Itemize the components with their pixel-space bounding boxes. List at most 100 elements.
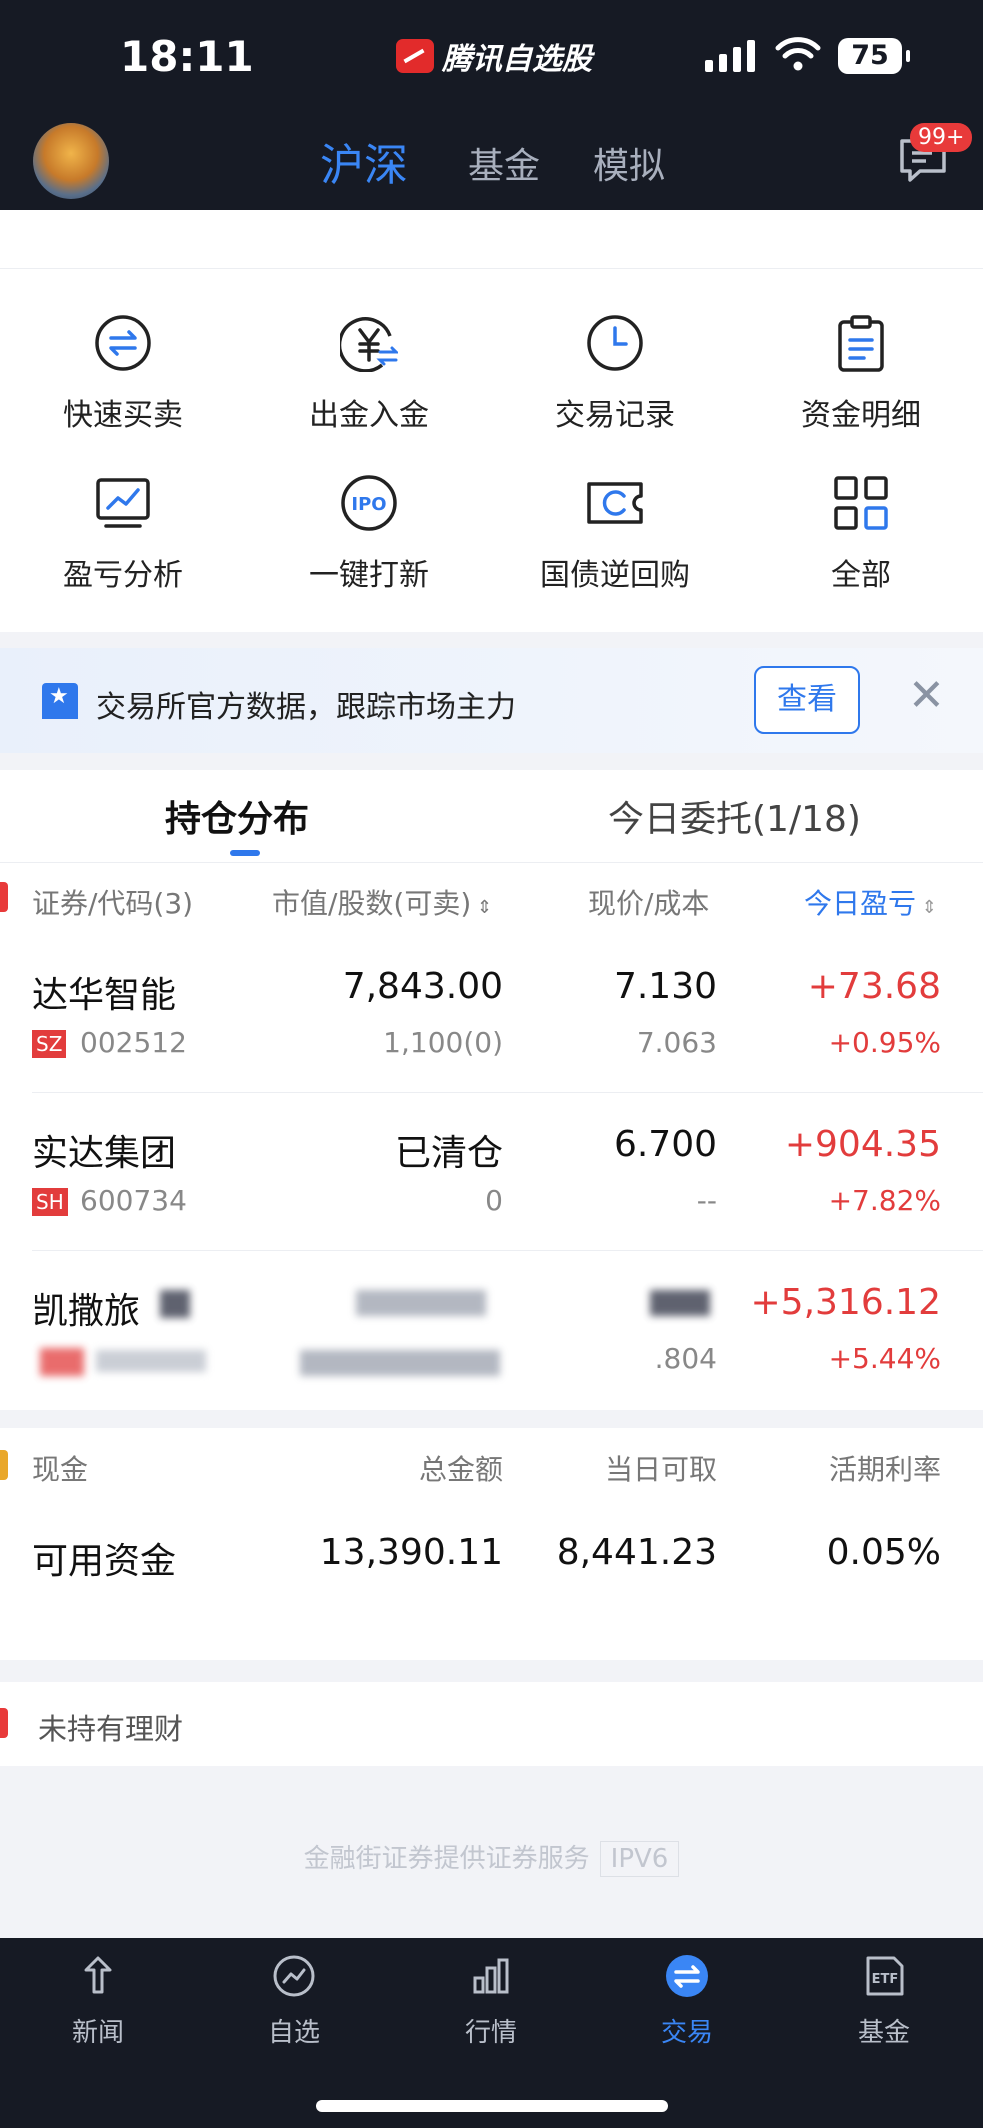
wifi-icon [775,37,821,71]
cash-section: 现金 总金额 当日可取 活期利率 可用资金 13,390.11 8,441.23… [0,1428,983,1660]
banner-view-button[interactable]: 查看 [754,666,860,734]
yuan-transfer-icon [340,317,398,372]
holdings-section: 持仓分布 今日委托(1/18) 证券/代码(3) 市值/股数(可卖) ⇕ 现价/… [0,770,983,1410]
provider-note: 金融街证券提供证券服务 IPV6 [0,1838,983,1877]
tab-fund-label: 基金 [857,2018,910,2048]
col-total: 总金额 [418,1453,503,1486]
sort-icon: ⇕ [916,897,937,918]
provider-text: 金融街证券提供证券服务 [303,1844,590,1874]
tab-trade[interactable]: 交易 [617,1952,757,2049]
cash-title: 现金 [32,1453,89,1486]
redacted-block [40,1348,84,1376]
tab-trade-label: 交易 [660,2018,713,2048]
ipo-icon: IPO [341,475,397,531]
shares: 1,100(0) [383,1026,503,1059]
section-marker [0,1450,8,1480]
cost-price: 7.063 [636,1026,717,1059]
cost-price: -- [696,1184,717,1217]
market-badge: SZ [32,1030,67,1058]
col-value: 市值/股数(可卖) [272,887,472,920]
deposit-withdraw-label: 出金入金 [309,398,429,433]
pnl-analysis-label: 盈亏分析 [63,558,183,593]
col-price: 现价/成本 [588,887,710,920]
stock-name: 实达集团 [32,1133,177,1174]
reverse-repo-button[interactable]: 国债逆回购 [492,474,738,594]
signal-icon [705,40,755,72]
cash-withdrawable: 8,441.23 [556,1532,717,1573]
current-price: 7.130 [613,966,717,1007]
app-logo-icon [396,39,434,73]
cash-total: 13,390.11 [319,1532,503,1573]
tab-news[interactable]: 新闻 [28,1952,168,2049]
message-badge: 99+ [910,123,973,152]
tab-fund[interactable]: 基金 [468,137,540,189]
reverse-repo-label: 国债逆回购 [540,558,690,593]
redacted-block [650,1290,710,1316]
section-marker [0,882,8,912]
tab-fund-bottom[interactable]: ETF 基金 [814,1952,954,2049]
clock-icon [587,315,643,371]
status-time: 18:11 [120,32,254,81]
promo-banner: 交易所官方数据，跟踪市场主力 查看 ✕ [0,648,983,753]
redacted-block [96,1350,206,1372]
today-pnl-pct: +7.82% [828,1184,941,1217]
stock-name: 凯撒旅 [32,1291,141,1332]
status-bar: 18:11 腾讯自选股 75 [0,0,983,115]
redacted-block [160,1290,190,1318]
cash-name: 可用资金 [32,1541,177,1582]
tab-watchlist[interactable]: 自选 [224,1952,364,2049]
battery-indicator: 75 [838,38,910,74]
col-pnl: 今日盈亏 [804,887,917,920]
col-security: 证券/代码(3) [32,887,194,920]
avatar[interactable] [33,123,109,199]
tab-watchlist-label: 自选 [267,2018,320,2048]
col-value-sort[interactable]: 市值/股数(可卖) ⇕ [272,882,492,922]
etf-icon: ETF [866,1956,904,1996]
quick-trade-button[interactable]: 快速买卖 [0,314,246,434]
redacted-block [300,1350,500,1376]
app-indicator: 腾讯自选股 [396,34,592,78]
summary-strip [0,210,983,270]
clipboard-icon [838,315,884,372]
today-pnl-pct: +0.95% [828,1026,941,1059]
svg-text:ETF: ETF [872,1972,899,1987]
svg-text:IPO: IPO [351,494,386,515]
ipo-label: 一键打新 [309,558,429,593]
trade-history-button[interactable]: 交易记录 [492,314,738,434]
trade-history-label: 交易记录 [555,398,675,433]
home-indicator[interactable] [316,2100,668,2112]
current-price: 6.700 [613,1124,717,1165]
all-functions-label: 全部 [831,558,891,593]
tab-today-orders[interactable]: 今日委托(1/18) [608,790,861,842]
today-pnl-pct: +5.44% [828,1342,941,1375]
redacted-block [356,1290,486,1316]
all-functions-button[interactable]: 全部 [738,474,983,594]
banner-text: 交易所官方数据，跟踪市场主力 [96,690,516,725]
tab-simulation[interactable]: 模拟 [593,137,665,189]
ticket-icon [587,482,643,524]
tab-positions[interactable]: 持仓分布 [165,790,309,842]
swap-icon [95,315,151,371]
top-bar: 18:11 腾讯自选股 75 沪深 基金 模拟 99+ [0,0,983,210]
bottom-tab-bar: 新闻 自选 行情 交易 ETF 基金 [0,1938,983,2128]
nav-row: 沪深 基金 模拟 99+ [0,115,983,210]
tab-indicator [230,850,260,856]
stock-code: 600734 [80,1184,187,1217]
market-bars-icon [473,1958,509,1994]
section-marker [0,1708,8,1738]
market-value: 7,843.00 [342,966,503,1007]
today-pnl: +73.68 [807,966,941,1007]
tab-hushen[interactable]: 沪深 [320,129,408,193]
tab-market[interactable]: 行情 [421,1952,561,2049]
col-pnl-sort[interactable]: 今日盈亏 ⇕ [804,882,937,922]
deposit-withdraw-button[interactable]: 出金入金 [246,314,492,434]
ipo-button[interactable]: IPO 一键打新 [246,474,492,594]
app-name: 腾讯自选股 [442,42,592,77]
close-icon[interactable]: ✕ [908,670,945,721]
pnl-analysis-button[interactable]: 盈亏分析 [0,474,246,594]
quick-trade-label: 快速买卖 [63,398,183,433]
finance-section[interactable]: 未持有理财 [0,1682,983,1766]
tab-market-label: 行情 [464,2018,517,2048]
fund-details-button[interactable]: 资金明细 [738,314,983,434]
col-rate: 活期利率 [828,1453,941,1486]
